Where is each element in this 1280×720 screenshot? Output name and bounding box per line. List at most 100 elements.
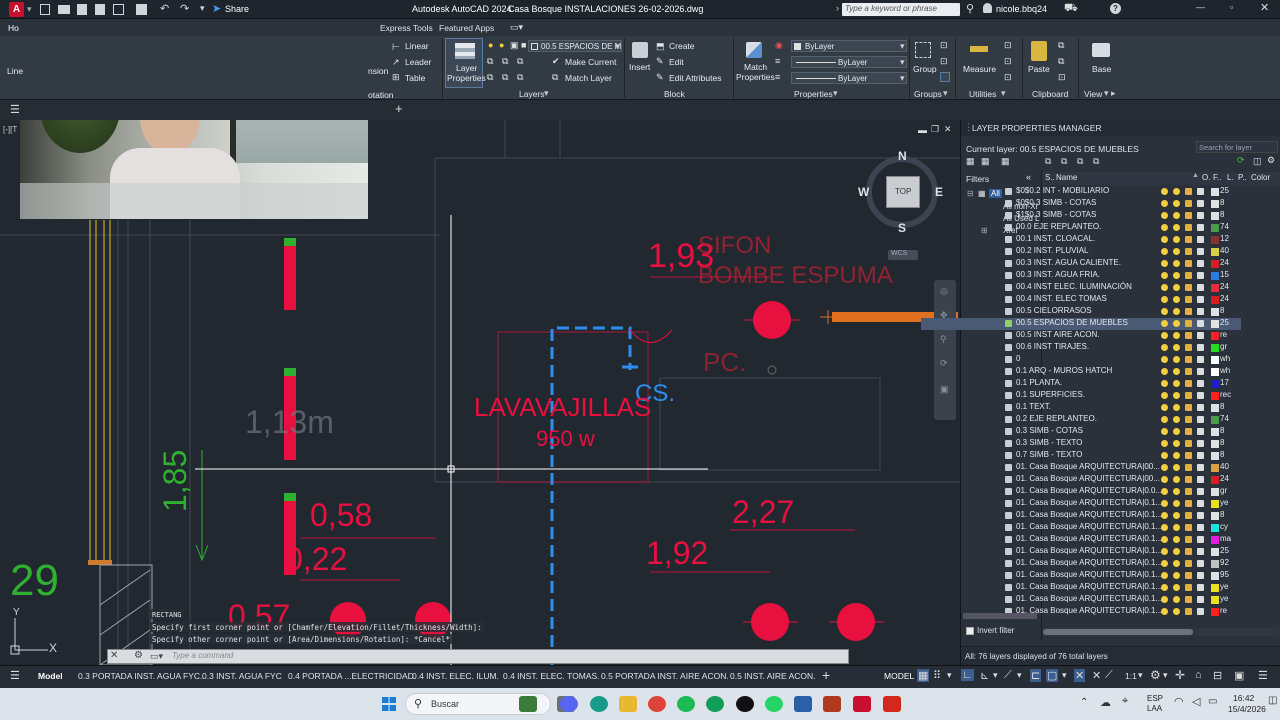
chrome-icon[interactable] <box>648 696 666 712</box>
layer-plot-icon[interactable] <box>1197 476 1204 483</box>
layer-on-icon[interactable] <box>1161 560 1168 567</box>
layer-color-swatch[interactable] <box>1211 584 1219 592</box>
dimension-label[interactable]: nsion <box>368 66 388 76</box>
minimize-icon[interactable]: — <box>1196 2 1205 12</box>
filters-scrollbar[interactable] <box>963 613 1037 619</box>
layer-color-swatch[interactable] <box>1211 596 1219 604</box>
header-status[interactable]: S.. <box>1045 173 1055 182</box>
snap-menu-icon[interactable]: ▾ <box>947 670 952 681</box>
layer-plot-icon[interactable] <box>1197 488 1204 495</box>
layer-freeze-icon[interactable] <box>1173 476 1180 483</box>
layer-row[interactable]: 0 wh <box>921 354 1241 366</box>
layer-on-icon[interactable] <box>1161 320 1168 327</box>
match-properties-button[interactable]: Match Properties <box>735 38 775 88</box>
invert-filter-checkbox[interactable] <box>966 627 974 635</box>
layer-color-swatch[interactable] <box>1211 248 1219 256</box>
isodraft-icon[interactable]: ⟋ <box>1004 669 1012 682</box>
layer-tool-icon-3[interactable]: ⧉ <box>517 56 523 67</box>
header-on[interactable]: O. <box>1202 173 1210 182</box>
layer-on-icon[interactable] <box>1161 284 1168 291</box>
object-snap-menu-icon[interactable]: ▾ <box>1062 670 1067 681</box>
layer-on-icon[interactable] <box>1161 332 1168 339</box>
new-group-filter-icon[interactable]: ▦ <box>981 156 990 167</box>
layer-plot-icon[interactable] <box>1197 548 1204 555</box>
isodraft-menu-icon[interactable]: ▾ <box>1017 670 1022 681</box>
sort-icon[interactable]: ◫ <box>1253 156 1262 167</box>
layer-color-swatch[interactable] <box>1211 392 1219 400</box>
layer-on-icon[interactable] <box>1161 536 1168 543</box>
layer-plot-icon[interactable] <box>1197 380 1204 387</box>
layer-freeze-icon[interactable] <box>1173 248 1180 255</box>
layer-plot-icon[interactable] <box>1197 320 1204 327</box>
whatsapp-icon[interactable] <box>765 696 783 712</box>
group-tool-icon-3[interactable] <box>940 72 950 82</box>
cloud-icon[interactable]: ☁ <box>1100 696 1111 709</box>
layer-row[interactable]: 00.5 CIELORRASOS 8 <box>921 306 1241 318</box>
layer-freeze-icon[interactable] <box>1173 608 1180 615</box>
layer-on-icon[interactable] <box>1161 416 1168 423</box>
layer-lock-icon[interactable] <box>1185 236 1192 243</box>
viewport-restore-icon[interactable]: ❐ <box>931 124 939 135</box>
layer-freeze-icon[interactable] <box>1173 536 1180 543</box>
cut-icon[interactable]: ⧉ <box>1058 56 1064 67</box>
annotation-monitor-icon[interactable]: ✕ <box>1074 669 1086 682</box>
layer-row[interactable]: 0.1 PLANTA. 17 <box>921 378 1241 390</box>
tab-overflow-icon[interactable]: ▭▾ <box>510 22 523 33</box>
groups-group-label[interactable]: Groups <box>914 89 942 99</box>
layer-on-icon[interactable] <box>1161 428 1168 435</box>
layer-freeze-icon[interactable] <box>1173 524 1180 531</box>
annotation-plus-icon[interactable]: ✛ <box>1175 668 1185 682</box>
web-mobile-icon[interactable] <box>113 4 124 15</box>
layer-lock-icon[interactable] <box>1185 404 1192 411</box>
language-region[interactable]: LAA <box>1147 704 1162 713</box>
linetype-dropdown[interactable]: ByLayer ▾ <box>791 56 907 68</box>
cart-icon[interactable]: ⛟ <box>1064 2 1078 16</box>
layer-tool-icon-2[interactable]: ⧉ <box>502 56 508 67</box>
layer-on-icon[interactable] <box>1161 260 1168 267</box>
layer-lock-icon[interactable] <box>1185 584 1192 591</box>
tab-layout[interactable]: 0.5 INST. AIRE ACON. <box>730 671 816 681</box>
layer-color-swatch[interactable] <box>1211 536 1219 544</box>
layer-lock-icon[interactable] <box>1185 392 1192 399</box>
layer-plot-icon[interactable] <box>1197 236 1204 243</box>
layer-lock-icon[interactable] <box>1185 308 1192 315</box>
layer-lock-icon[interactable] <box>1185 272 1192 279</box>
layer-row[interactable]: 01. Casa Bosque ARQUITECTURA|0.1... 92 <box>921 558 1241 570</box>
layer-color-swatch[interactable] <box>1211 380 1219 388</box>
layer-on-icon[interactable] <box>1161 356 1168 363</box>
tab-layout[interactable]: 0.4 INST. ELEC. TOMAS. <box>503 671 600 681</box>
command-customize-icon[interactable]: ⚙ <box>134 650 143 661</box>
annotation-scale-menu-icon[interactable]: ⟋ <box>1105 669 1113 682</box>
tab-layout[interactable]: 0.4 PORTADA ...ELECTRICIDAD. <box>288 671 416 681</box>
draw-line-label[interactable]: Line <box>7 66 23 76</box>
command-close-icon[interactable]: ✕ <box>110 650 118 661</box>
layer-on-icon[interactable] <box>1161 212 1168 219</box>
layer-on-icon[interactable] <box>1161 380 1168 387</box>
maximize-icon[interactable]: ▫ <box>1230 2 1233 12</box>
layer-on-icon[interactable] <box>1161 200 1168 207</box>
layer-color-swatch[interactable] <box>1211 272 1219 280</box>
layer-plot-icon[interactable] <box>1197 500 1204 507</box>
open-folder-icon[interactable] <box>58 5 70 14</box>
layer-row[interactable]: 0.2 EJE REPLANTEO. 74 <box>921 414 1241 426</box>
ortho-icon[interactable]: ∟ <box>961 669 974 681</box>
layer-lock-icon[interactable] <box>1185 248 1192 255</box>
layer-row[interactable]: 0.3 SIMB - COTAS 8 <box>921 426 1241 438</box>
workspace-gear-icon[interactable]: ⚙ <box>1150 668 1161 682</box>
layer-lock-icon[interactable] <box>1185 188 1192 195</box>
layer-lock-icon[interactable] <box>1185 452 1192 459</box>
layer-color-swatch[interactable] <box>1211 488 1219 496</box>
header-name[interactable]: Name <box>1056 173 1077 182</box>
customization-icon[interactable]: ☰ <box>1258 669 1268 682</box>
polar-menu-icon[interactable]: ▾ <box>993 670 998 681</box>
annotation-group-label[interactable]: otation <box>368 90 394 100</box>
tray-chevron-icon[interactable]: ⌃ <box>1080 697 1088 708</box>
location-icon[interactable]: ⌖ <box>1122 695 1128 708</box>
layer-color-swatch[interactable] <box>1211 212 1219 220</box>
layer-row[interactable]: 00.1 INST. CLOACAL. 12 <box>921 234 1241 246</box>
layer-plot-icon[interactable] <box>1197 332 1204 339</box>
layer-lock-icon[interactable] <box>1185 320 1192 327</box>
layers-group-label[interactable]: Layers <box>519 89 545 99</box>
layer-lock-icon[interactable] <box>1185 596 1192 603</box>
layer-row[interactable]: 00.3 INST. AGUA CALIENTE. 24 <box>921 258 1241 270</box>
